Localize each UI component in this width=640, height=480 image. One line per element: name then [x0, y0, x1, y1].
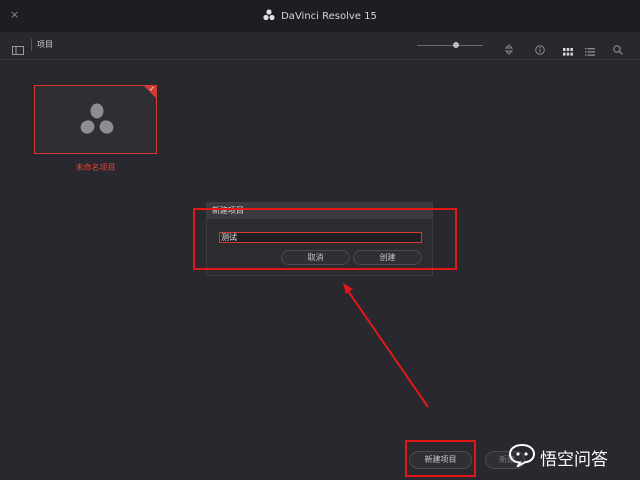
button-highlight-box	[405, 440, 476, 477]
watermark: 悟空问答	[508, 442, 608, 472]
annotation-arrow	[343, 283, 429, 408]
speech-bubble-icon	[508, 443, 536, 472]
watermark-text: 悟空问答	[540, 449, 608, 470]
